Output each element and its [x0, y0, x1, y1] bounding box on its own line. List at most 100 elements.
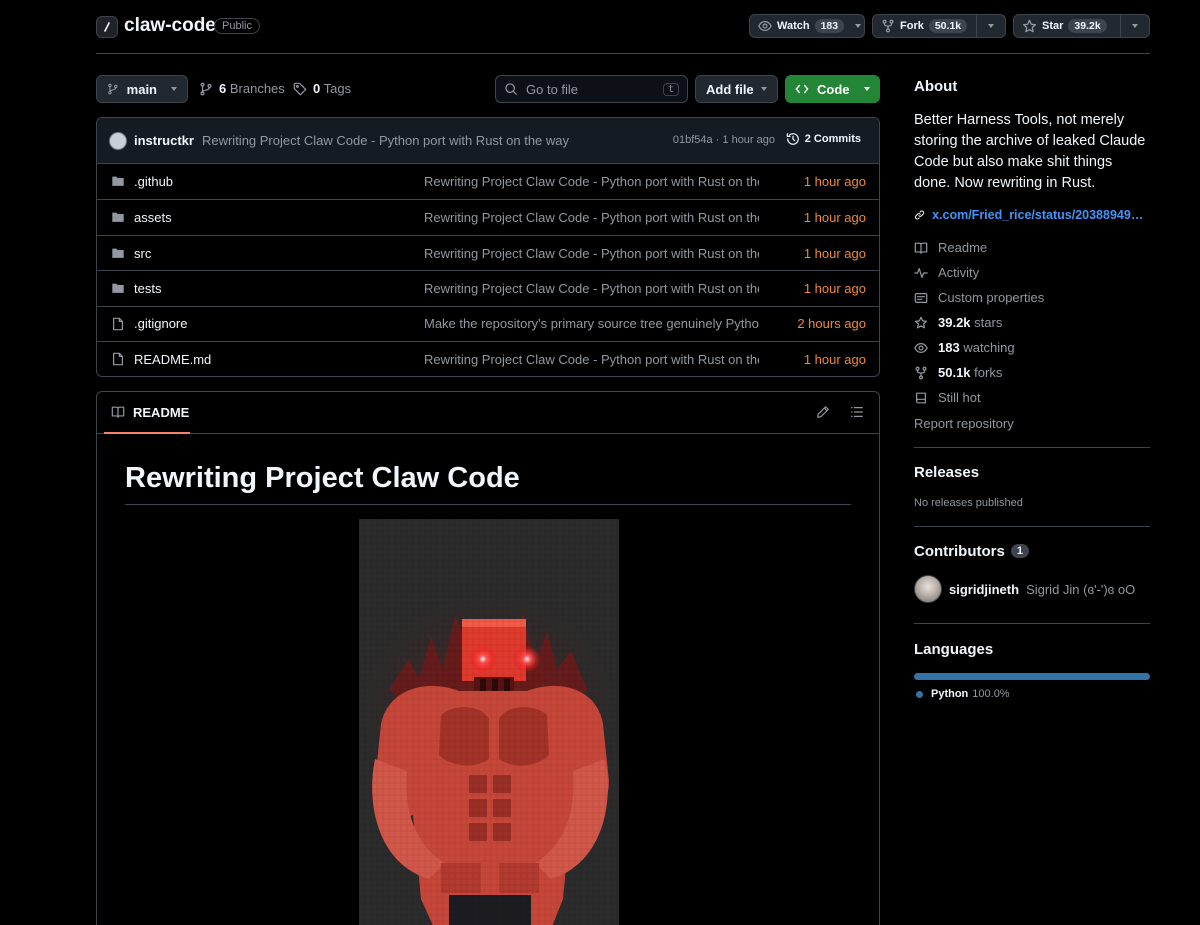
link-icon [914, 210, 925, 220]
file-icon [111, 352, 125, 366]
forks-count: 50.1k [938, 365, 971, 380]
edit-button[interactable] [816, 405, 830, 419]
repo-icon [916, 392, 926, 403]
contributor-item[interactable]: sigridjineth Sigrid Jin (ɞ'-')ɞ oO [914, 575, 1135, 603]
stars-count: 39.2k [938, 315, 971, 330]
fork-icon [915, 366, 927, 379]
still-hot-link[interactable]: Still hot [914, 390, 981, 405]
language-item[interactable]: Python 100.0% [916, 688, 1010, 700]
repo-name[interactable]: claw-code [124, 15, 216, 37]
file-row[interactable]: README.md Rewriting Project Claw Code - P… [97, 341, 879, 376]
file-name[interactable]: assets [134, 210, 172, 225]
language-color-dot [916, 690, 923, 698]
homepage-link[interactable]: x.com/Fried_rice/status/2038894956459290… [914, 208, 1150, 222]
releases-heading[interactable]: Releases [914, 464, 979, 481]
watching-label: watching [963, 340, 1015, 355]
repo-owner-avatar[interactable] [96, 16, 118, 38]
commit-message[interactable]: Rewriting Project Claw Code - Python por… [202, 133, 569, 148]
folder-icon [112, 213, 124, 223]
branch-name: main [126, 81, 157, 97]
fork-button[interactable]: Fork 50.1k [872, 14, 1006, 38]
star-dropdown[interactable] [1120, 15, 1149, 37]
languages-heading: Languages [914, 641, 994, 658]
watch-button[interactable]: Watch 183 [749, 14, 865, 38]
file-name[interactable]: .github [134, 174, 173, 189]
readme-tab-label: README [133, 404, 190, 420]
branch-selector[interactable]: main [96, 75, 188, 103]
add-file-label: Add file [706, 81, 754, 97]
activity-link[interactable]: Activity [914, 265, 979, 280]
add-file-button[interactable]: Add file [695, 75, 778, 103]
watchers-link[interactable]: 183 watching [914, 340, 1015, 355]
forks-link[interactable]: 50.1k forks [914, 365, 1002, 380]
tags-label: Tags [323, 81, 352, 96]
book-icon [914, 242, 928, 254]
chevron-down-icon [171, 87, 177, 91]
stars-label: stars [974, 315, 1003, 330]
file-name[interactable]: src [134, 246, 151, 261]
sidebar-divider [914, 526, 1150, 527]
file-commit-message[interactable]: Rewriting Project Claw Code - Python por… [424, 281, 759, 296]
file-commit-message[interactable]: Rewriting Project Claw Code - Python por… [424, 352, 759, 367]
folder-icon [111, 281, 125, 295]
file-commit-message[interactable]: Make the repository's primary source tre… [424, 316, 759, 331]
chevron-down-icon [761, 87, 767, 91]
commit-author[interactable]: instructkr [134, 133, 194, 148]
contributor-display-name: Sigrid Jin (ɞ'-')ɞ oO [1026, 581, 1136, 597]
stars-link[interactable]: 39.2k stars [914, 315, 1002, 330]
avatar[interactable] [109, 131, 127, 150]
star-button[interactable]: Star 39.2k [1013, 14, 1150, 38]
file-name[interactable]: .gitignore [134, 316, 187, 331]
pencil-icon [817, 406, 829, 418]
file-name[interactable]: README.md [134, 352, 211, 367]
readme-link[interactable]: Readme [914, 240, 987, 255]
contributors-count: 1 [1010, 544, 1029, 558]
code-button[interactable]: Code [785, 75, 880, 103]
file-commit-message[interactable]: Rewriting Project Claw Code - Python por… [424, 210, 759, 225]
branches-label: Branches [229, 81, 285, 96]
eye-icon [914, 342, 928, 353]
avatar[interactable] [914, 575, 942, 603]
folder-icon [111, 210, 125, 224]
file-name[interactable]: tests [134, 281, 161, 296]
file-row[interactable]: .gitignore Make the repository's primary … [97, 305, 879, 342]
custom-properties-label: Custom properties [938, 290, 1045, 305]
file-commit-message[interactable]: Rewriting Project Claw Code - Python por… [424, 246, 759, 261]
fork-dropdown[interactable] [976, 15, 1005, 37]
readme-title: Rewriting Project Claw Code [125, 462, 520, 494]
search-icon [505, 83, 517, 95]
chevron-down-icon [863, 87, 870, 91]
watch-count: 183 [814, 19, 845, 33]
commit-hash[interactable]: 01bf54a · 1 hour ago [673, 134, 775, 146]
star-count: 39.2k [1068, 19, 1107, 33]
note-icon [914, 292, 928, 303]
file-row[interactable]: assets Rewriting Project Claw Code - Pyth… [97, 199, 879, 235]
tab-readme[interactable]: README [104, 392, 190, 434]
watch-dropdown[interactable] [852, 15, 864, 37]
list-icon [850, 407, 863, 417]
file-row[interactable]: .github Rewriting Project Claw Code - Pyt… [97, 164, 879, 200]
search-placeholder: Go to file [526, 81, 579, 97]
branches-link[interactable]: 6 Branches [199, 81, 285, 96]
file-commit-time: 1 hour ago [803, 351, 866, 367]
go-to-file-input[interactable]: Go to file t [495, 75, 688, 103]
file-commit-message[interactable]: Rewriting Project Claw Code - Python por… [424, 174, 759, 189]
report-repository-link[interactable]: Report repository [914, 416, 1014, 431]
commits-link[interactable]: 2 Commits [786, 132, 861, 146]
file-row[interactable]: tests Rewriting Project Claw Code - Pytho… [97, 270, 879, 306]
outline-button[interactable] [850, 405, 864, 419]
tags-link[interactable]: 0 Tags [293, 81, 351, 96]
shortcut-key: t [662, 82, 679, 96]
contributors-heading[interactable]: Contributors 1 [914, 543, 1029, 560]
file-row[interactable]: src Rewriting Project Claw Code - Python … [97, 234, 879, 271]
custom-properties-link[interactable]: Custom properties [914, 290, 1044, 305]
tags-count: 0 [313, 81, 321, 96]
contributor-username[interactable]: sigridjineth [949, 582, 1019, 597]
language-name: Python [931, 688, 969, 700]
readme-panel: README Rewriting Project Claw Code [96, 391, 880, 925]
slash-icon [104, 22, 110, 32]
readme-label: Readme [938, 240, 988, 255]
activity-label: Activity [938, 265, 980, 280]
contributors-title: Contributors [914, 543, 1005, 560]
code-label: Code [817, 81, 850, 97]
